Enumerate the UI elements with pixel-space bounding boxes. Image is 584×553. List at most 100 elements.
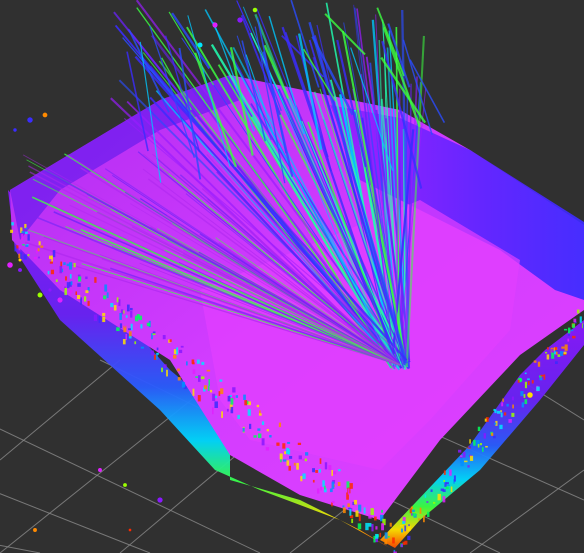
speckle-point: [35, 249, 38, 254]
speckle-point: [83, 296, 87, 302]
speckle-point: [258, 413, 262, 416]
stray-point: [18, 268, 22, 272]
speckle-point: [520, 391, 524, 397]
speckle-point: [517, 379, 520, 383]
speckle-point: [85, 290, 89, 294]
speckle-point: [68, 262, 73, 270]
3d-viewport[interactable]: [0, 0, 584, 553]
speckle-point: [445, 486, 449, 490]
speckle-point: [21, 233, 24, 240]
speckle-point: [563, 351, 567, 355]
speckle-point: [342, 507, 346, 514]
speckle-point: [561, 346, 565, 349]
speckle-point: [499, 424, 503, 430]
speckle-point: [501, 402, 504, 407]
speckle-point: [192, 388, 195, 396]
speckle-point: [404, 540, 408, 545]
speckle-point: [150, 350, 154, 356]
speckle-point: [242, 427, 245, 432]
speckle-point: [55, 279, 58, 282]
stray-point: [57, 297, 63, 303]
grid-line: [0, 359, 121, 461]
speckle-point: [219, 379, 223, 382]
speckle-point: [491, 432, 494, 436]
speckle-point: [232, 387, 236, 393]
speckle-point: [119, 313, 122, 320]
speckle-point: [324, 485, 326, 490]
speckle-point: [198, 375, 201, 382]
speckle-point: [33, 256, 37, 260]
speckle-point: [197, 395, 201, 402]
speckle-point: [48, 255, 52, 260]
speckle-point: [287, 441, 291, 444]
speckle-point: [430, 489, 433, 492]
speckle-point: [337, 482, 341, 487]
speckle-point: [284, 451, 287, 455]
speckle-point: [128, 328, 131, 331]
speckle-point: [140, 324, 143, 329]
speckle-point: [312, 479, 315, 483]
speckle-point: [442, 496, 446, 503]
speckle-point: [546, 347, 549, 350]
stray-point: [197, 42, 203, 48]
speckle-point: [479, 443, 483, 446]
speckle-point: [161, 367, 163, 373]
speckle-point: [469, 439, 471, 444]
speckle-point: [113, 305, 117, 311]
speckle-point: [400, 543, 403, 548]
speckle-point: [244, 400, 248, 406]
speckle-point: [355, 510, 359, 517]
grid-line: [0, 493, 151, 553]
speckle-point: [546, 354, 550, 360]
speckle-point: [87, 300, 90, 306]
speckle-point: [298, 455, 302, 460]
speckle-point: [166, 369, 168, 377]
speckle-point: [102, 312, 106, 317]
speckle-point: [75, 291, 78, 295]
speckle-point: [407, 525, 411, 531]
speckle-point: [506, 403, 509, 407]
speckle-point: [78, 276, 82, 282]
speckle-point: [11, 222, 14, 226]
speckle-point: [418, 518, 420, 521]
stray-point: [37, 292, 43, 298]
speckle-point: [305, 452, 309, 456]
speckle-point: [169, 339, 172, 342]
stray-point: [7, 262, 13, 268]
speckle-point: [388, 535, 390, 538]
speckle-point: [379, 532, 382, 538]
speckle-point: [358, 514, 361, 522]
speckle-point: [371, 523, 374, 532]
point-cloud-scene[interactable]: [0, 0, 584, 553]
speckle-point: [320, 486, 322, 491]
speckle-point: [389, 522, 392, 527]
speckle-point: [128, 336, 132, 339]
speckle-point: [22, 243, 25, 246]
speckle-point: [162, 335, 166, 340]
stray-point: [237, 17, 243, 23]
point-cloud: [7, 0, 584, 553]
speckle-point: [221, 411, 223, 418]
speckle-point: [180, 345, 184, 348]
speckle-point: [324, 462, 328, 470]
speckle-point: [125, 333, 128, 341]
speckle-point: [119, 323, 123, 329]
speckle-point: [20, 252, 23, 259]
speckle-point: [450, 486, 453, 492]
speckle-point: [27, 254, 30, 257]
speckle-point: [177, 377, 181, 381]
speckle-point: [503, 412, 507, 416]
speckle-point: [347, 503, 350, 507]
speckle-point: [460, 460, 464, 467]
speckle-point: [564, 328, 568, 331]
speckle-point: [540, 374, 544, 377]
speckle-point: [381, 509, 383, 513]
speckle-point: [419, 507, 422, 514]
speckle-point: [210, 389, 213, 393]
speckle-point: [551, 352, 555, 359]
speckle-point: [23, 254, 27, 260]
speckle-point: [427, 511, 430, 518]
speckle-point: [511, 396, 514, 401]
speckle-point: [508, 419, 512, 423]
speckle-point: [462, 451, 466, 458]
